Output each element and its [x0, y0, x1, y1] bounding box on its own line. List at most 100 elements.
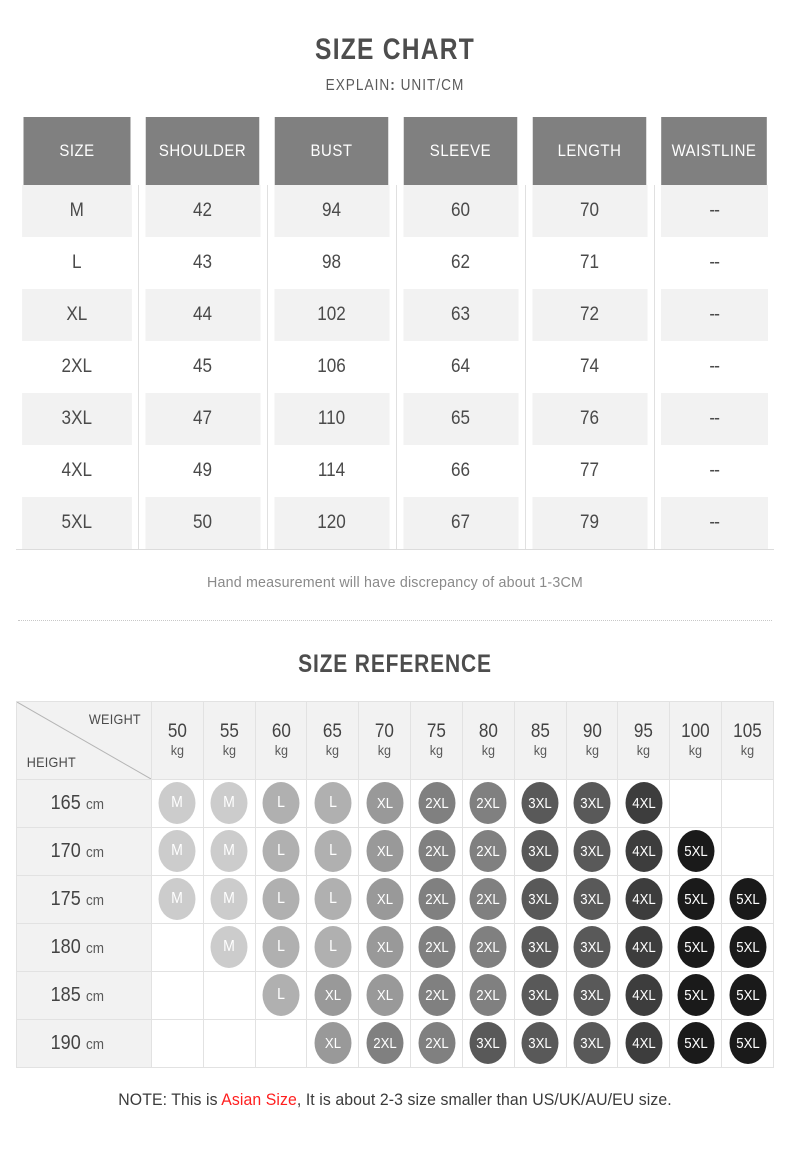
size-reference-cell: 2XL — [461, 778, 515, 828]
cell-size: 2XL — [22, 341, 133, 393]
column-header-shoulder: SHOULDER — [145, 117, 260, 185]
table-row: 5XL 50 120 67 79 -- — [16, 497, 774, 550]
cell-waistline: -- — [660, 341, 768, 393]
size-reference-cell — [151, 1018, 204, 1068]
size-reference-cell: M — [202, 778, 256, 828]
size-bubble: 3XL — [573, 1022, 611, 1064]
size-bubble: L — [314, 878, 352, 920]
size-reference-table: WEIGHT HEIGHT 50 kg 55 kg 60 kg 65 kg 70… — [16, 700, 774, 1068]
size-bubble: 3XL — [521, 830, 559, 872]
size-bubble: M — [210, 878, 248, 920]
weight-value: 100 — [681, 720, 710, 742]
weight-axis-label: WEIGHT — [89, 710, 142, 727]
cell-length: 71 — [531, 237, 648, 289]
column-header-waistline: WAISTLINE — [661, 117, 767, 185]
weight-value: 55 — [219, 720, 239, 742]
weight-value: 50 — [167, 720, 187, 742]
size-bubble: M — [210, 926, 248, 968]
weight-unit: kg — [274, 741, 288, 758]
size-reference-cell: 3XL — [565, 874, 619, 924]
empty-cell — [159, 974, 196, 1016]
size-bubble: 3XL — [521, 974, 559, 1016]
column-header-bust: BUST — [274, 117, 389, 185]
cell-length: 70 — [531, 185, 648, 237]
cell-size: XL — [22, 289, 133, 341]
size-reference-cell: 5XL — [669, 922, 723, 972]
size-bubble: M — [158, 878, 196, 920]
size-reference-cell: XL — [358, 970, 412, 1020]
cell-size: 3XL — [22, 393, 133, 445]
empty-cell — [211, 974, 248, 1016]
explain-colon: : — [390, 77, 396, 94]
size-reference-cell: 3XL — [513, 970, 567, 1020]
weight-header-80: 80 kg — [461, 700, 515, 780]
size-chart-page: JJ SIZE CHART EXPLAIN: UNIT/CM SIZE SHOU… — [0, 0, 790, 1162]
size-chart-table: SIZE SHOULDER BUST SLEEVE LENGTH WAISTLI… — [16, 117, 774, 550]
cell-shoulder: 50 — [144, 497, 261, 550]
size-reference-table-wrap: WEIGHT HEIGHT 50 kg 55 kg 60 kg 65 kg 70… — [16, 700, 774, 1068]
size-reference-cell: 5XL — [669, 826, 723, 876]
size-reference-cell: 2XL — [410, 778, 463, 828]
size-bubble: L — [262, 926, 300, 968]
size-reference-cell: M — [151, 778, 204, 828]
weight-header-60: 60 kg — [254, 700, 308, 780]
explain-value: UNIT/CM — [400, 77, 465, 94]
size-bubble: XL — [366, 830, 404, 872]
weight-header-100: 100 kg — [669, 700, 723, 780]
cell-length: 76 — [531, 393, 648, 445]
cell-waistline: -- — [660, 289, 768, 341]
size-bubble: 5XL — [729, 1022, 767, 1064]
table-row: 2XL 45 106 64 74 -- — [16, 341, 774, 393]
table-row: 4XL 49 114 66 77 -- — [16, 445, 774, 497]
empty-cell — [159, 1022, 196, 1064]
size-reference-cell: 5XL — [721, 970, 774, 1020]
cell-waistline: -- — [660, 237, 768, 289]
note-prefix: NOTE: This is — [118, 1089, 222, 1109]
cell-sleeve: 67 — [402, 497, 520, 550]
size-bubble: 4XL — [625, 830, 663, 872]
size-bubble: 2XL — [418, 974, 456, 1016]
size-bubble: 5XL — [677, 830, 715, 872]
size-reference-cell: 3XL — [513, 778, 567, 828]
size-bubble: 2XL — [469, 974, 507, 1016]
cell-sleeve: 64 — [402, 341, 520, 393]
size-reference-cell: XL — [358, 778, 412, 828]
cell-length: 74 — [531, 341, 648, 393]
size-reference-cell — [721, 778, 774, 828]
size-bubble: 2XL — [418, 926, 456, 968]
size-chart-header-row: SIZE SHOULDER BUST SLEEVE LENGTH WAISTLI… — [16, 117, 774, 185]
size-reference-cell — [202, 970, 256, 1020]
size-bubble: XL — [314, 1022, 352, 1064]
weight-unit: kg — [378, 741, 392, 758]
cell-shoulder: 45 — [144, 341, 261, 393]
size-reference-row: 175 cm M M L L XL 2XL 2XL 3XL 3XL 4XL 5XL 5XL — [16, 874, 774, 924]
size-reference-cell: 3XL — [513, 1018, 567, 1068]
size-reference-cell: 2XL — [410, 922, 463, 972]
empty-cell — [211, 1022, 248, 1064]
size-bubble: 3XL — [521, 1022, 559, 1064]
weight-header-55: 55 kg — [202, 700, 256, 780]
size-reference-cell: 2XL — [461, 922, 515, 972]
cell-length: 77 — [531, 445, 648, 497]
size-bubble: XL — [366, 926, 404, 968]
size-reference-cell: 3XL — [565, 922, 619, 972]
size-bubble: L — [262, 974, 300, 1016]
size-reference-cell: 5XL — [669, 874, 723, 924]
size-reference-cell: 3XL — [565, 778, 619, 828]
size-reference-cell: L — [254, 826, 308, 876]
weight-unit: kg — [585, 741, 599, 758]
size-reference-cell: 4XL — [617, 1018, 671, 1068]
size-bubble: 5XL — [677, 1022, 715, 1064]
size-reference-cell: 3XL — [461, 1018, 515, 1068]
size-bubble: 3XL — [573, 974, 611, 1016]
size-reference-cell: 5XL — [669, 970, 723, 1020]
size-bubble: 2XL — [366, 1022, 404, 1064]
size-bubble: XL — [366, 974, 404, 1016]
height-unit: cm — [86, 1035, 105, 1053]
size-bubble: 2XL — [469, 926, 507, 968]
size-reference-cell: 4XL — [617, 922, 671, 972]
weight-unit: kg — [481, 741, 496, 758]
size-reference-body: 165 cm M M L L XL 2XL 2XL 3XL 3XL 4XL 170 cm M M L L XL 2XL… — [16, 778, 774, 1068]
size-reference-cell: 2XL — [461, 826, 515, 876]
height-unit: cm — [86, 939, 105, 957]
